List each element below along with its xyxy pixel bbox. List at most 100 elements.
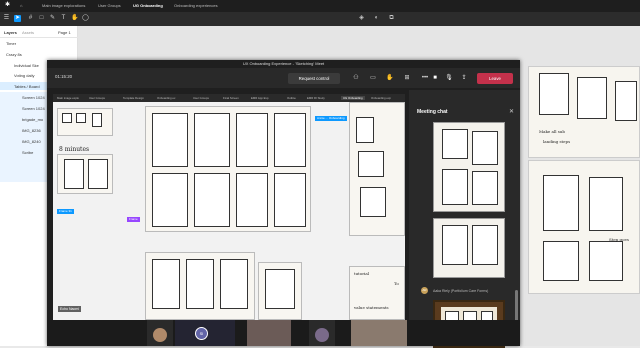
layer-item[interactable]: IMG_8240 — [22, 139, 41, 144]
teams-meeting-window: UX Onboarding Experience - 'Sketching' M… — [47, 60, 520, 348]
menu-icon[interactable]: ☰ — [3, 15, 10, 22]
sketch-frame — [152, 259, 180, 309]
tab-onboarding-experiences[interactable]: Onboarding experiences — [174, 2, 218, 10]
sketch-frame — [152, 113, 188, 167]
layer-item[interactable]: Scribe — [22, 150, 33, 155]
page-selector[interactable]: Page 1 — [58, 30, 71, 35]
sketch-frame — [62, 113, 72, 123]
participant-video[interactable] — [247, 320, 291, 346]
layer-item[interactable]: Screen 1024 — [22, 95, 45, 100]
sketch-frame — [543, 175, 579, 231]
sketch-frame — [577, 77, 607, 119]
frame-label-tag[interactable]: Annie ... Onboarding — [315, 116, 347, 121]
sketch-photo — [145, 252, 255, 320]
sketch-photo: Make all sub landing steps — [528, 66, 640, 158]
figma-logo-icon[interactable]: ✱ — [4, 2, 11, 9]
avatar: AR — [421, 287, 428, 294]
sketch-frame — [472, 131, 498, 165]
shared-tab: EMR App Exp — [251, 96, 269, 100]
sketch-frame — [615, 81, 637, 121]
close-icon[interactable]: ✕ — [509, 108, 514, 115]
sketch-frame — [442, 169, 468, 205]
layer-item[interactable]: Crazy 8s — [6, 52, 22, 57]
share-icon[interactable]: ⧉ — [388, 15, 395, 22]
component-icon[interactable]: ◈ — [358, 15, 365, 22]
figma-tab-bar: ✱ ⌂ Main image explorations User Groups … — [0, 0, 640, 12]
teams-meeting-controls: 01:15:20 Request control ⚇ ▭ ✋ ⊞ ••• ■ 🎙… — [47, 68, 520, 88]
shared-tab-active: UG Onboarding — [341, 96, 365, 100]
layer-item[interactable]: Screen 1024 — [22, 106, 45, 111]
sketch-frame — [76, 113, 86, 123]
chat-icon[interactable]: ▭ — [369, 74, 377, 82]
assets-tab[interactable]: Assets — [22, 30, 34, 35]
divider — [0, 37, 78, 38]
layer-item[interactable]: IMG_8236 — [22, 128, 41, 133]
people-icon[interactable]: ⚇ — [352, 74, 360, 82]
contrast-icon[interactable]: ◐ — [373, 15, 380, 22]
move-tool-icon[interactable]: ➤ — [14, 15, 21, 22]
sketch-frame — [236, 113, 268, 167]
sketch-frame — [265, 269, 295, 309]
comment-tool-icon[interactable]: ◯ — [82, 15, 89, 22]
sketch-photo — [258, 262, 302, 320]
sketch-photo — [57, 108, 113, 136]
sketch-frame — [64, 159, 84, 189]
chat-image-attachment[interactable] — [433, 122, 505, 212]
share-tray-icon[interactable]: ⊞ — [403, 74, 411, 82]
sketch-text: To — [394, 281, 399, 286]
sketch-frame — [152, 173, 188, 227]
shared-tab: Template Design — [123, 96, 144, 100]
timer-note: 8 minutes — [59, 146, 90, 153]
leave-button[interactable]: Leave — [477, 73, 513, 84]
layer-item[interactable]: Voting daily — [14, 73, 34, 78]
chat-author-line: Aaka Riely (Portfolium Care Forms) — [433, 289, 489, 293]
sketch-frame — [194, 173, 230, 227]
layer-item[interactable]: brigade_mo — [22, 117, 43, 122]
chat-image-attachment[interactable] — [433, 218, 505, 278]
participant-photo — [153, 328, 167, 342]
video-camera-icon[interactable]: ■ — [431, 74, 439, 82]
tab-ug-onboarding[interactable]: UG Onboarding — [133, 2, 163, 10]
share-screen-icon[interactable]: ⇪ — [460, 74, 468, 82]
layer-item[interactable]: Timer — [6, 41, 16, 46]
sketch-photo-large — [145, 106, 311, 232]
layer-item[interactable]: Individual Ske — [14, 63, 39, 68]
shared-tab: EMR RI Study — [307, 96, 325, 100]
shared-tab: Onboarding exp — [371, 96, 391, 100]
participant-photo — [315, 328, 329, 342]
sketch-frame — [472, 171, 498, 205]
raise-hand-icon[interactable]: ✋ — [386, 74, 394, 82]
frame-tool-icon[interactable]: # — [27, 15, 34, 22]
sketch-frame — [360, 187, 386, 217]
text-tool-icon[interactable]: T — [60, 15, 67, 22]
sketch-text: value statements — [354, 305, 389, 310]
shared-tab: Outline — [287, 96, 296, 100]
participant-video[interactable] — [351, 320, 407, 346]
shared-figma-tabs: Main image explo User Groups Template De… — [53, 94, 405, 102]
cursor-name-tag: Frame — [127, 217, 140, 222]
tab-main-image-explorations[interactable]: Main image explorations — [42, 2, 85, 10]
tab-home-icon[interactable]: ⌂ — [20, 2, 22, 10]
hand-tool-icon[interactable]: ✋ — [71, 15, 78, 22]
sketch-text: Make all sub — [539, 129, 565, 134]
sketch-frame — [194, 113, 230, 167]
frame-label-tag[interactable]: Frame 31 — [57, 209, 74, 214]
meeting-chat-panel: Meeting chat ✕ AR Aaka Riely (Portfolium… — [409, 90, 520, 348]
meeting-timer: 01:15:20 — [55, 74, 73, 79]
request-control-button[interactable]: Request control — [288, 73, 340, 84]
sketch-frame — [88, 159, 108, 189]
pen-tool-icon[interactable]: ✎ — [49, 15, 56, 22]
sketch-frame — [442, 129, 468, 159]
participant-tile[interactable] — [309, 320, 335, 346]
layers-tab[interactable]: Layers — [4, 30, 17, 35]
participant-tile[interactable] — [147, 320, 173, 346]
layer-item[interactable]: Tables / Board — [14, 84, 40, 89]
sketch-frame — [589, 241, 623, 281]
rectangle-tool-icon[interactable]: □ — [38, 15, 45, 22]
microphone-icon[interactable]: 🎙 — [445, 74, 453, 82]
sketch-text: Step goes — [609, 237, 629, 242]
sketch-frame — [356, 117, 374, 143]
shared-screen: Main image explo User Groups Template De… — [53, 94, 405, 320]
sketch-frame — [274, 113, 306, 167]
tab-user-groups[interactable]: User Groups — [98, 2, 121, 10]
